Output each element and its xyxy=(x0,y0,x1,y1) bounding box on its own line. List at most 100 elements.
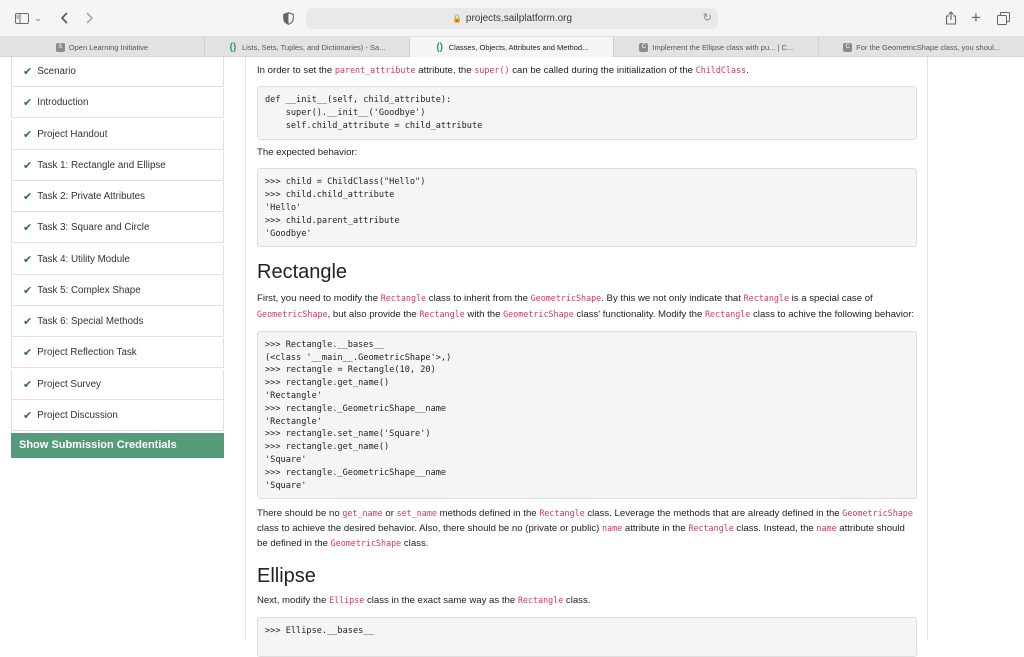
chevron-down-icon[interactable]: ⌄ xyxy=(33,9,43,27)
sidebar-item-task-4[interactable]: ✔ Task 4: Utility Module xyxy=(11,244,224,275)
course-sidebar: ✔ Scenario ✔ Introduction ✔ Project Handout… xyxy=(11,57,224,458)
checkmark-icon: ✔ xyxy=(23,66,33,78)
shield-icon[interactable] xyxy=(281,9,295,27)
sidebar-item-task-6[interactable]: ✔ Task 6: Special Methods xyxy=(11,307,224,337)
inline-code: GeometricShape xyxy=(330,538,402,549)
reload-icon[interactable]: ↻ xyxy=(703,11,712,24)
tab-bar: S Open Learning Initiative () Lists, Sets,… xyxy=(0,37,1024,57)
tab-label: Lists, Sets, Tuples, and Dictionaries) -… xyxy=(241,42,386,52)
forward-arrow-icon[interactable] xyxy=(82,9,98,27)
main-content: In order to set the parent_attribute att… xyxy=(257,57,917,657)
text-run: Next, modify the xyxy=(257,595,329,607)
checkmark-icon: ✔ xyxy=(23,409,33,422)
share-icon[interactable] xyxy=(943,9,959,27)
checkmark-icon: ✔ xyxy=(23,191,33,203)
sidebar-item-introduction[interactable]: ✔ Introduction xyxy=(11,88,224,119)
show-submission-credentials-button[interactable]: Show Submission Credentials xyxy=(11,432,224,458)
browser-tab-active[interactable]: () Classes, Objects, Attributes and Metho… xyxy=(409,37,615,57)
text-run: First, you need to modify the xyxy=(257,293,381,305)
sidebar-item-label: Task 3: Square and Circle xyxy=(37,222,150,234)
checkmark-icon: ✔ xyxy=(23,222,33,235)
inline-code: GeometricShape xyxy=(257,308,328,319)
intro-paragraph: In order to set the parent_attribute att… xyxy=(257,63,917,78)
browser-toolbar: ⌄ 🔒 projects.sailplatform.org ↻ + xyxy=(0,0,1024,37)
text-run: class. Leverage the methods that are alr… xyxy=(584,507,843,519)
inline-code: Rectangle xyxy=(380,293,427,304)
code-block-rectangle: >>> Rectangle.__bases__ (<class '__main_… xyxy=(257,330,917,499)
url-text: projects.sailplatform.org xyxy=(465,13,573,24)
c-favicon-icon: C xyxy=(843,42,853,52)
text-run: class' functionality. Modify the xyxy=(573,308,705,320)
c-favicon-icon: C xyxy=(639,42,649,52)
sidebar-item-label: Introduction xyxy=(37,97,89,109)
sidebar-item-survey[interactable]: ✔ Project Survey xyxy=(11,369,224,400)
browser-tab[interactable]: () Lists, Sets, Tuples, and Dictionaries)… xyxy=(205,37,410,57)
browser-tab[interactable]: C Implement the Ellipse class with pu... … xyxy=(614,37,820,57)
inline-code: name xyxy=(602,523,623,534)
checkmark-icon: ✔ xyxy=(23,97,33,110)
sidebar-item-discussion[interactable]: ✔ Project Discussion xyxy=(11,400,224,431)
text-run: class. Instead, the xyxy=(733,523,817,535)
sidebar-item-label: Task 5: Complex Shape xyxy=(37,284,141,296)
new-tab-icon[interactable]: + xyxy=(968,8,984,27)
parentheses-favicon-icon: () xyxy=(436,41,443,53)
sidebar-toggle-icon[interactable] xyxy=(14,9,30,27)
browser-tab[interactable]: C For the GeometricShape class, you shoul… xyxy=(819,37,1024,57)
sidebar-item-task-2[interactable]: ✔ Task 2: Private Attributes xyxy=(11,182,224,212)
text-run: class in the exact same way as the xyxy=(364,595,518,607)
back-arrow-icon[interactable] xyxy=(56,9,72,27)
inline-code: Rectangle xyxy=(517,595,564,606)
inline-code: Rectangle xyxy=(743,293,789,304)
tab-label: Classes, Objects, Attributes and Method.… xyxy=(448,42,589,52)
text-run: with the xyxy=(464,308,504,320)
inline-code: ChildClass xyxy=(695,65,747,75)
code-block-ellipse: >>> Ellipse.__bases__ xyxy=(257,616,917,657)
text-run: class to achive the following behavior: xyxy=(750,308,915,320)
code-block-init: def __init__(self, child_attribute): sup… xyxy=(257,86,917,141)
inline-code: Rectangle xyxy=(704,308,751,319)
checkmark-icon: ✔ xyxy=(23,284,33,297)
inline-code: Rectangle xyxy=(419,308,465,319)
sidebar-item-task-1[interactable]: ✔ Task 1: Rectangle and Ellipse xyxy=(11,150,224,181)
sidebar-item-label: Task 2: Private Attributes xyxy=(37,191,146,202)
sidebar-item-task-3[interactable]: ✔ Task 3: Square and Circle xyxy=(11,213,224,244)
address-bar[interactable]: 🔒 projects.sailplatform.org ↻ xyxy=(306,8,718,29)
inline-code: Rectangle xyxy=(688,523,734,534)
sidebar-item-label: Project Survey xyxy=(37,378,101,390)
inline-code: GeometricShape xyxy=(503,308,574,319)
sidebar-item-label: Project Discussion xyxy=(37,409,118,421)
sail-favicon-icon: S xyxy=(55,42,65,52)
text-run: In order to set the xyxy=(257,65,335,76)
inline-code: GeometricShape xyxy=(842,507,913,518)
sidebar-item-label: Scenario xyxy=(37,66,76,77)
rectangle-note-paragraph: There should be no get_name or set_name … xyxy=(257,506,917,552)
text-run: There should be no xyxy=(257,507,343,519)
tab-overview-icon[interactable] xyxy=(995,9,1011,27)
text-run: class to inherit from the xyxy=(426,293,531,305)
sidebar-item-label: Project Reflection Task xyxy=(37,347,137,359)
tab-label: For the GeometricShape class, you shoul.… xyxy=(856,42,1000,52)
rectangle-heading: Rectangle xyxy=(257,261,348,284)
lock-icon: 🔒 xyxy=(451,14,462,23)
sidebar-item-label: Task 4: Utility Module xyxy=(37,253,130,265)
sidebar-item-project-handout[interactable]: ✔ Project Handout xyxy=(11,119,224,150)
inline-code: name xyxy=(816,523,837,534)
text-run: attribute in the xyxy=(622,523,689,535)
inline-code: Rectangle xyxy=(539,507,585,518)
text-run: . xyxy=(746,65,749,76)
text-run: class. xyxy=(401,538,429,550)
code-block-expected: >>> child = ChildClass("Hello") >>> chil… xyxy=(257,168,917,248)
sidebar-item-scenario[interactable]: ✔ Scenario xyxy=(11,57,224,87)
sidebar-item-reflection[interactable]: ✔ Project Reflection Task xyxy=(11,338,224,369)
inline-code: super() xyxy=(474,65,510,75)
browser-tab[interactable]: S Open Learning Initiative xyxy=(0,37,205,57)
text-run: . By this we not only indicate that xyxy=(601,293,744,305)
sidebar-item-task-5[interactable]: ✔ Task 5: Complex Shape xyxy=(11,275,224,306)
text-run: attribute, the xyxy=(415,65,475,76)
checkmark-icon: ✔ xyxy=(23,253,33,266)
checkmark-icon: ✔ xyxy=(23,347,33,360)
text-run: or xyxy=(382,507,397,519)
sidebar-item-label: Task 1: Rectangle and Ellipse xyxy=(37,159,166,171)
ellipse-paragraph: Next, modify the Ellipse class in the ex… xyxy=(257,593,917,608)
checkmark-icon: ✔ xyxy=(23,378,33,391)
